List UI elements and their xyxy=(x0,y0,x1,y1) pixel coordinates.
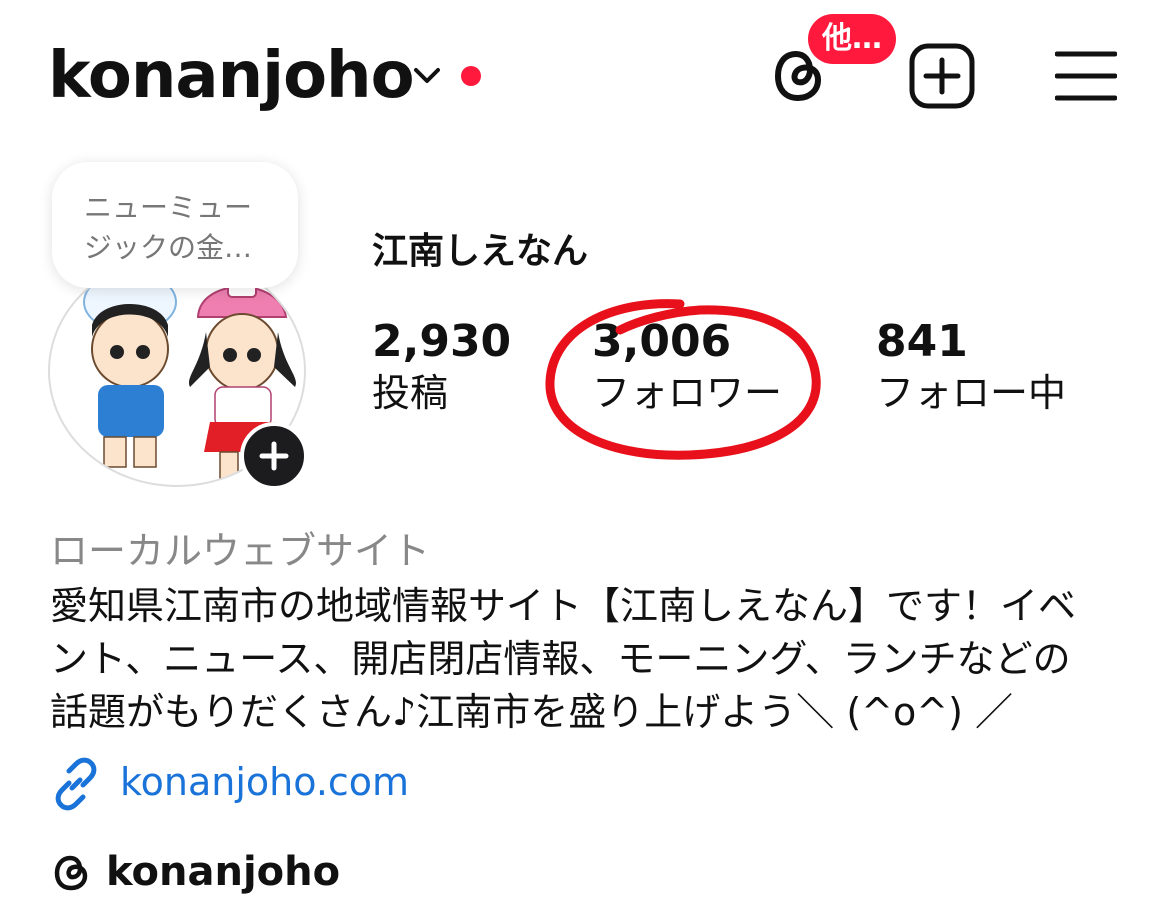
posts-count: 2,930 xyxy=(372,316,512,367)
posts-label: 投稿 xyxy=(372,371,449,415)
following-count: 841 xyxy=(876,316,968,367)
profile-full-name: 江南しえなん xyxy=(372,231,589,272)
bio-line-2: ント、ニュース、開店閉店情報、モーニング、ランチなどの xyxy=(50,637,1071,681)
bio-line-1: 愛知県江南市の地域情報サイト【江南しえなん】です！イベ xyxy=(50,584,1077,628)
threads-badge: 他… xyxy=(808,14,896,64)
threads-small-icon[interactable] xyxy=(50,850,94,894)
note-line-2: ジックの金… xyxy=(84,231,253,264)
threads-handle[interactable]: konanjoho xyxy=(106,846,340,898)
plus-icon xyxy=(259,441,289,471)
following-label: フォロー中 xyxy=(876,371,1067,415)
notification-dot xyxy=(461,66,481,86)
profile-link[interactable]: konanjoho.com xyxy=(120,756,409,808)
profile-bio: 愛知県江南市の地域情報サイト【江南しえなん】です！イベ ント、ニュース、開店閉店… xyxy=(50,580,1130,739)
red-annotation-circle xyxy=(545,299,821,460)
profile-username[interactable]: konanjoho xyxy=(48,38,415,114)
following-stat[interactable]: 841 フォロー中 xyxy=(876,316,1066,418)
chevron-down-icon[interactable] xyxy=(410,58,444,92)
profile-category: ローカルウェブサイト xyxy=(50,529,431,573)
posts-stat[interactable]: 2,930 投稿 xyxy=(372,316,511,418)
create-post-icon[interactable] xyxy=(908,42,976,110)
add-story-button[interactable] xyxy=(240,422,308,490)
link-icon[interactable] xyxy=(48,756,104,812)
profile-note-bubble[interactable]: ニューミュー ジックの金… xyxy=(52,162,298,288)
menu-icon[interactable] xyxy=(1055,50,1117,102)
note-line-1: ニューミュー xyxy=(84,191,253,224)
bio-line-3: 話題がもりだくさん♪江南市を盛り上げよう＼ (^o^) ／ xyxy=(50,690,1013,734)
